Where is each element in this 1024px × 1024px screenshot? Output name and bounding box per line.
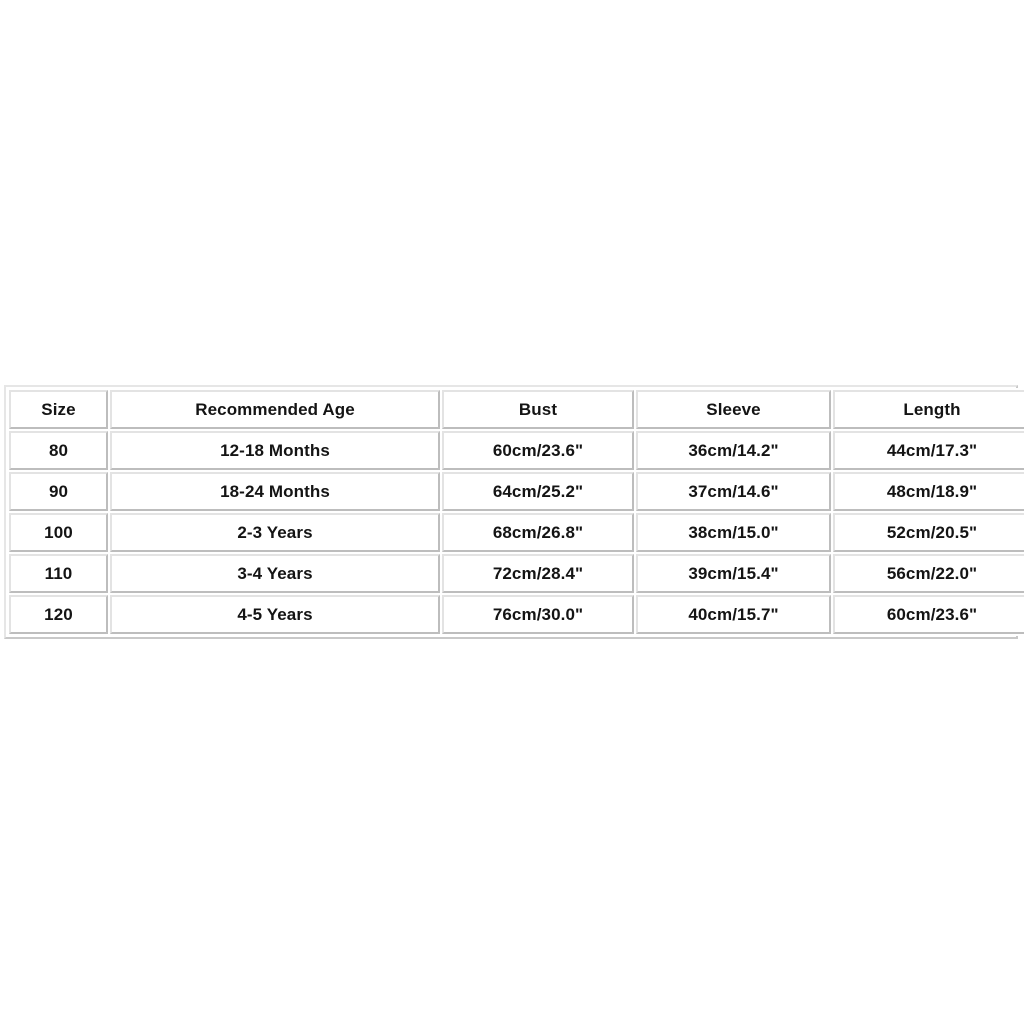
cell-sleeve: 36cm/14.2" [636,431,831,470]
table-row: 90 18-24 Months 64cm/25.2" 37cm/14.6" 48… [9,472,1024,511]
column-header-length: Length [833,390,1024,429]
cell-length: 60cm/23.6" [833,595,1024,634]
table-row: 110 3-4 Years 72cm/28.4" 39cm/15.4" 56cm… [9,554,1024,593]
cell-size: 120 [9,595,108,634]
cell-sleeve: 37cm/14.6" [636,472,831,511]
cell-length: 56cm/22.0" [833,554,1024,593]
table-row: 120 4-5 Years 76cm/30.0" 40cm/15.7" 60cm… [9,595,1024,634]
cell-age: 18-24 Months [110,472,440,511]
column-header-bust: Bust [442,390,634,429]
cell-bust: 76cm/30.0" [442,595,634,634]
size-chart-container: Size Recommended Age Bust Sleeve Length … [4,385,1024,639]
cell-length: 44cm/17.3" [833,431,1024,470]
column-header-age: Recommended Age [110,390,440,429]
column-header-sleeve: Sleeve [636,390,831,429]
size-chart-table: Size Recommended Age Bust Sleeve Length … [7,388,1024,636]
table-header-row: Size Recommended Age Bust Sleeve Length [9,390,1024,429]
cell-bust: 60cm/23.6" [442,431,634,470]
column-header-size: Size [9,390,108,429]
cell-size: 80 [9,431,108,470]
cell-age: 12-18 Months [110,431,440,470]
cell-length: 48cm/18.9" [833,472,1024,511]
cell-sleeve: 40cm/15.7" [636,595,831,634]
cell-bust: 64cm/25.2" [442,472,634,511]
cell-size: 110 [9,554,108,593]
cell-bust: 68cm/26.8" [442,513,634,552]
cell-sleeve: 39cm/15.4" [636,554,831,593]
cell-size: 90 [9,472,108,511]
cell-bust: 72cm/28.4" [442,554,634,593]
table-body: 80 12-18 Months 60cm/23.6" 36cm/14.2" 44… [9,431,1024,634]
cell-age: 4-5 Years [110,595,440,634]
table-row: 100 2-3 Years 68cm/26.8" 38cm/15.0" 52cm… [9,513,1024,552]
cell-age: 2-3 Years [110,513,440,552]
table-row: 80 12-18 Months 60cm/23.6" 36cm/14.2" 44… [9,431,1024,470]
cell-size: 100 [9,513,108,552]
cell-length: 52cm/20.5" [833,513,1024,552]
cell-sleeve: 38cm/15.0" [636,513,831,552]
cell-age: 3-4 Years [110,554,440,593]
